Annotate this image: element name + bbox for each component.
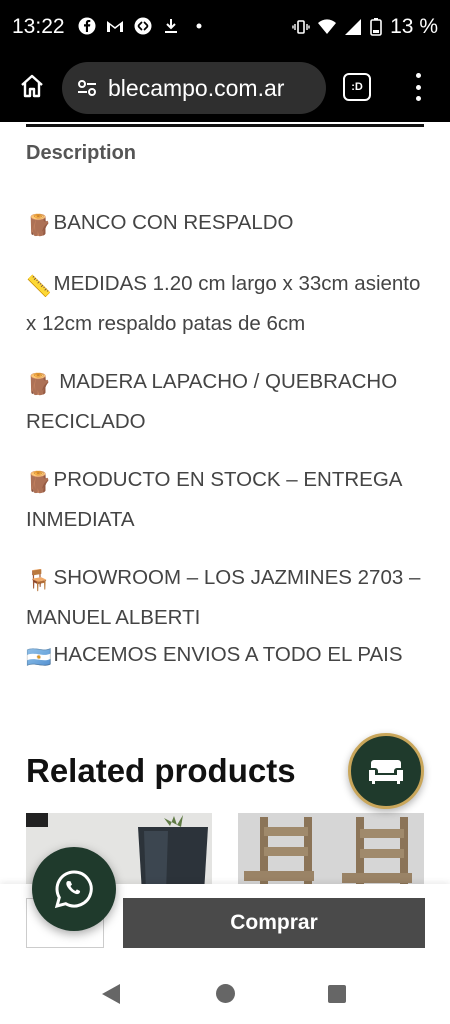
related-products-title: Related products	[26, 752, 296, 789]
home-icon	[21, 74, 43, 98]
description-text: BANCO CON RESPALDO	[53, 211, 294, 234]
description-text: HACEMOS ENVIOS A TODO EL PAIS	[53, 643, 403, 666]
wood-log-icon: 🪵	[26, 471, 52, 494]
browser-toolbar: blecampo.com.ar :D	[0, 56, 450, 122]
chairs-photo	[238, 813, 424, 893]
status-bar: 13:22 13 %	[0, 0, 450, 56]
menu-dot-icon	[415, 73, 421, 78]
description-text: PRODUCTO EN STOCK – ENTREGA INMEDIATA	[26, 468, 402, 531]
menu-dot-icon	[415, 84, 421, 90]
wood-log-icon: 🪵	[26, 214, 52, 237]
gmail-icon	[107, 21, 123, 32]
description-heading: Description	[26, 142, 137, 164]
system-icons: 13 %	[292, 15, 438, 39]
tab-switcher-label: :D	[351, 81, 363, 93]
description-item: 🪵BANCO CON RESPALDO	[26, 204, 436, 244]
back-icon[interactable]	[102, 984, 120, 1004]
recents-icon[interactable]	[328, 985, 346, 1003]
wood-log-icon: 🪵	[26, 373, 52, 396]
vibrate-icon	[292, 20, 310, 34]
address-bar[interactable]: blecampo.com.ar	[62, 62, 326, 114]
catalog-fab[interactable]	[348, 733, 424, 809]
description-text: MADERA LAPACHO / QUEBRACHO RECICLADO	[26, 370, 398, 433]
browser-menu-button[interactable]	[408, 70, 428, 104]
battery-percent: 13 %	[390, 15, 438, 38]
chair-icon: 🪑	[26, 569, 52, 592]
description-text: SHOWROOM – LOS JAZMINES 2703 – MANUEL AL…	[26, 566, 421, 629]
notification-icons	[78, 17, 208, 35]
description-text: MEDIDAS 1.20 cm largo x 33cm asiento x 1…	[26, 272, 421, 335]
signal-icon	[345, 19, 362, 35]
buy-button[interactable]: Comprar	[123, 898, 425, 948]
home-button[interactable]	[14, 68, 50, 104]
url-text[interactable]: blecampo.com.ar	[108, 75, 284, 102]
battery-icon	[370, 18, 382, 36]
argentina-flag-icon: 🇦🇷	[26, 646, 52, 669]
wifi-icon	[318, 19, 337, 34]
facebook-icon	[78, 17, 96, 35]
sofa-icon	[369, 760, 403, 784]
description-item: 📏MEDIDAS 1.20 cm largo x 33cm asiento x …	[26, 265, 436, 342]
section-divider	[26, 124, 424, 127]
description-body: 🪵BANCO CON RESPALDO 📏MEDIDAS 1.20 cm lar…	[26, 204, 436, 676]
home-circle-icon[interactable]	[216, 984, 235, 1003]
menu-dot-icon	[415, 96, 421, 101]
ruler-icon: 📏	[26, 275, 52, 298]
related-product-image-chairs[interactable]	[238, 813, 424, 893]
shazam-icon	[134, 17, 152, 35]
description-item: 🪑SHOWROOM – LOS JAZMINES 2703 – MANUEL A…	[26, 559, 436, 676]
system-nav-bar	[0, 964, 450, 1024]
description-item: 🪵 MADERA LAPACHO / QUEBRACHO RECICLADO	[26, 363, 436, 440]
dot-icon	[196, 23, 202, 29]
whatsapp-icon	[54, 870, 93, 909]
download-icon	[165, 19, 177, 33]
site-settings-icon[interactable]	[76, 77, 98, 99]
status-time: 13:22	[12, 15, 65, 38]
description-item: 🪵PRODUCTO EN STOCK – ENTREGA INMEDIATA	[26, 461, 436, 538]
tab-switcher-button[interactable]: :D	[343, 73, 371, 101]
whatsapp-fab[interactable]	[32, 847, 116, 931]
